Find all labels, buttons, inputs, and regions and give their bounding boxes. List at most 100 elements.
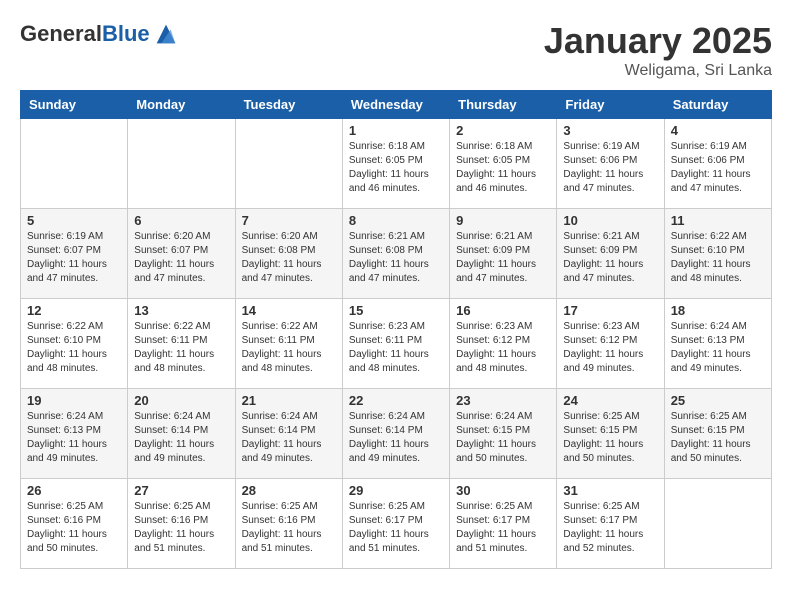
day-number: 24 [563, 393, 657, 408]
day-number: 14 [242, 303, 336, 318]
day-number: 4 [671, 123, 765, 138]
day-number: 18 [671, 303, 765, 318]
calendar-cell [664, 479, 771, 569]
day-number: 1 [349, 123, 443, 138]
calendar-cell: 20 Sunrise: 6:24 AM Sunset: 6:14 PM Dayli… [128, 389, 235, 479]
day-number: 9 [456, 213, 550, 228]
day-number: 12 [27, 303, 121, 318]
calendar-cell: 13 Sunrise: 6:22 AM Sunset: 6:11 PM Dayli… [128, 299, 235, 389]
calendar-cell: 7 Sunrise: 6:20 AM Sunset: 6:08 PM Daylig… [235, 209, 342, 299]
calendar-cell: 14 Sunrise: 6:22 AM Sunset: 6:11 PM Dayli… [235, 299, 342, 389]
calendar-week-5: 26 Sunrise: 6:25 AM Sunset: 6:16 PM Dayli… [21, 479, 772, 569]
logo-icon [152, 20, 180, 48]
day-info: Sunrise: 6:22 AM Sunset: 6:10 PM Dayligh… [671, 230, 765, 286]
day-number: 3 [563, 123, 657, 138]
calendar-cell: 21Sunrise: 6:24 AM Sunset: 6:14 PM Dayli… [235, 389, 342, 479]
day-number: 13 [134, 303, 228, 318]
calendar-cell: 2 Sunrise: 6:18 AM Sunset: 6:05 PM Daylig… [450, 119, 557, 209]
calendar-cell [235, 119, 342, 209]
day-info: Sunrise: 6:25 AM Sunset: 6:17 PM Dayligh… [563, 500, 657, 556]
calendar-cell: 11Sunrise: 6:22 AM Sunset: 6:10 PM Dayli… [664, 209, 771, 299]
day-info: Sunrise: 6:20 AM Sunset: 6:07 PM Dayligh… [134, 230, 228, 286]
day-info: Sunrise: 6:25 AM Sunset: 6:16 PM Dayligh… [27, 500, 121, 556]
day-number: 6 [134, 213, 228, 228]
calendar-week-4: 19 Sunrise: 6:24 AM Sunset: 6:13 PM Dayli… [21, 389, 772, 479]
logo: GeneralBlue [20, 20, 180, 48]
day-number: 16 [456, 303, 550, 318]
day-number: 5 [27, 213, 121, 228]
day-number: 28 [242, 483, 336, 498]
day-info: Sunrise: 6:19 AM Sunset: 6:06 PM Dayligh… [563, 140, 657, 196]
calendar-cell: 31Sunrise: 6:25 AM Sunset: 6:17 PM Dayli… [557, 479, 664, 569]
column-header-wednesday: Wednesday [342, 91, 449, 119]
day-number: 26 [27, 483, 121, 498]
calendar-cell: 18 Sunrise: 6:24 AM Sunset: 6:13 PM Dayli… [664, 299, 771, 389]
day-number: 27 [134, 483, 228, 498]
calendar-cell: 19 Sunrise: 6:24 AM Sunset: 6:13 PM Dayli… [21, 389, 128, 479]
day-number: 19 [27, 393, 121, 408]
page-header: GeneralBlue January 2025 Weligama, Sri L… [20, 20, 772, 80]
day-info: Sunrise: 6:19 AM Sunset: 6:07 PM Dayligh… [27, 230, 121, 286]
calendar-cell: 17Sunrise: 6:23 AM Sunset: 6:12 PM Dayli… [557, 299, 664, 389]
day-info: Sunrise: 6:25 AM Sunset: 6:16 PM Dayligh… [134, 500, 228, 556]
logo-blue-text: Blue [102, 21, 150, 46]
column-header-thursday: Thursday [450, 91, 557, 119]
day-info: Sunrise: 6:25 AM Sunset: 6:15 PM Dayligh… [563, 410, 657, 466]
day-number: 29 [349, 483, 443, 498]
column-header-sunday: Sunday [21, 91, 128, 119]
calendar-cell: 29 Sunrise: 6:25 AM Sunset: 6:17 PM Dayli… [342, 479, 449, 569]
calendar-cell: 28 Sunrise: 6:25 AM Sunset: 6:16 PM Dayli… [235, 479, 342, 569]
calendar-cell: 1Sunrise: 6:18 AM Sunset: 6:05 PM Daylig… [342, 119, 449, 209]
calendar-cell: 9Sunrise: 6:21 AM Sunset: 6:09 PM Daylig… [450, 209, 557, 299]
day-info: Sunrise: 6:22 AM Sunset: 6:11 PM Dayligh… [242, 320, 336, 376]
calendar-cell: 30 Sunrise: 6:25 AM Sunset: 6:17 PM Dayli… [450, 479, 557, 569]
calendar-cell: 23 Sunrise: 6:24 AM Sunset: 6:15 PM Dayli… [450, 389, 557, 479]
day-info: Sunrise: 6:25 AM Sunset: 6:17 PM Dayligh… [349, 500, 443, 556]
day-number: 8 [349, 213, 443, 228]
day-info: Sunrise: 6:18 AM Sunset: 6:05 PM Dayligh… [456, 140, 550, 196]
column-header-friday: Friday [557, 91, 664, 119]
calendar-cell [128, 119, 235, 209]
column-header-monday: Monday [128, 91, 235, 119]
location-subtitle: Weligama, Sri Lanka [544, 62, 772, 80]
day-info: Sunrise: 6:19 AM Sunset: 6:06 PM Dayligh… [671, 140, 765, 196]
calendar-cell: 10Sunrise: 6:21 AM Sunset: 6:09 PM Dayli… [557, 209, 664, 299]
day-number: 15 [349, 303, 443, 318]
day-info: Sunrise: 6:22 AM Sunset: 6:11 PM Dayligh… [134, 320, 228, 376]
day-info: Sunrise: 6:20 AM Sunset: 6:08 PM Dayligh… [242, 230, 336, 286]
calendar-cell: 26 Sunrise: 6:25 AM Sunset: 6:16 PM Dayli… [21, 479, 128, 569]
day-number: 2 [456, 123, 550, 138]
calendar-cell: 16Sunrise: 6:23 AM Sunset: 6:12 PM Dayli… [450, 299, 557, 389]
day-number: 22 [349, 393, 443, 408]
calendar-week-1: 1 Sunrise: 6:18 AM Sunset: 6:05 PM Daylig… [21, 119, 772, 209]
calendar-cell: 5 Sunrise: 6:19 AM Sunset: 6:07 PM Daylig… [21, 209, 128, 299]
day-info: Sunrise: 6:24 AM Sunset: 6:15 PM Dayligh… [456, 410, 550, 466]
day-info: Sunrise: 6:24 AM Sunset: 6:14 PM Dayligh… [134, 410, 228, 466]
calendar-cell: 6 Sunrise: 6:20 AM Sunset: 6:07 PM Daylig… [128, 209, 235, 299]
title-area: January 2025 Weligama, Sri Lanka [544, 20, 772, 80]
day-info: Sunrise: 6:25 AM Sunset: 6:17 PM Dayligh… [456, 500, 550, 556]
day-info: Sunrise: 6:21 AM Sunset: 6:09 PM Dayligh… [563, 230, 657, 286]
calendar-table: SundayMondayTuesdayWednesdayThursdayFrid… [20, 90, 772, 569]
day-info: Sunrise: 6:23 AM Sunset: 6:12 PM Dayligh… [563, 320, 657, 376]
day-number: 7 [242, 213, 336, 228]
calendar-cell: 12Sunrise: 6:22 AM Sunset: 6:10 PM Dayli… [21, 299, 128, 389]
calendar-cell: 15 Sunrise: 6:23 AM Sunset: 6:11 PM Dayli… [342, 299, 449, 389]
day-number: 30 [456, 483, 550, 498]
day-number: 20 [134, 393, 228, 408]
day-info: Sunrise: 6:24 AM Sunset: 6:13 PM Dayligh… [671, 320, 765, 376]
calendar-cell: 4 Sunrise: 6:19 AM Sunset: 6:06 PM Daylig… [664, 119, 771, 209]
day-info: Sunrise: 6:25 AM Sunset: 6:16 PM Dayligh… [242, 500, 336, 556]
calendar-cell [21, 119, 128, 209]
day-info: Sunrise: 6:25 AM Sunset: 6:15 PM Dayligh… [671, 410, 765, 466]
calendar-cell: 25Sunrise: 6:25 AM Sunset: 6:15 PM Dayli… [664, 389, 771, 479]
calendar-cell: 8 Sunrise: 6:21 AM Sunset: 6:08 PM Daylig… [342, 209, 449, 299]
day-info: Sunrise: 6:24 AM Sunset: 6:13 PM Dayligh… [27, 410, 121, 466]
day-info: Sunrise: 6:21 AM Sunset: 6:08 PM Dayligh… [349, 230, 443, 286]
column-header-tuesday: Tuesday [235, 91, 342, 119]
day-info: Sunrise: 6:23 AM Sunset: 6:11 PM Dayligh… [349, 320, 443, 376]
day-number: 21 [242, 393, 336, 408]
day-number: 23 [456, 393, 550, 408]
logo-general-text: General [20, 21, 102, 46]
calendar-week-3: 12Sunrise: 6:22 AM Sunset: 6:10 PM Dayli… [21, 299, 772, 389]
